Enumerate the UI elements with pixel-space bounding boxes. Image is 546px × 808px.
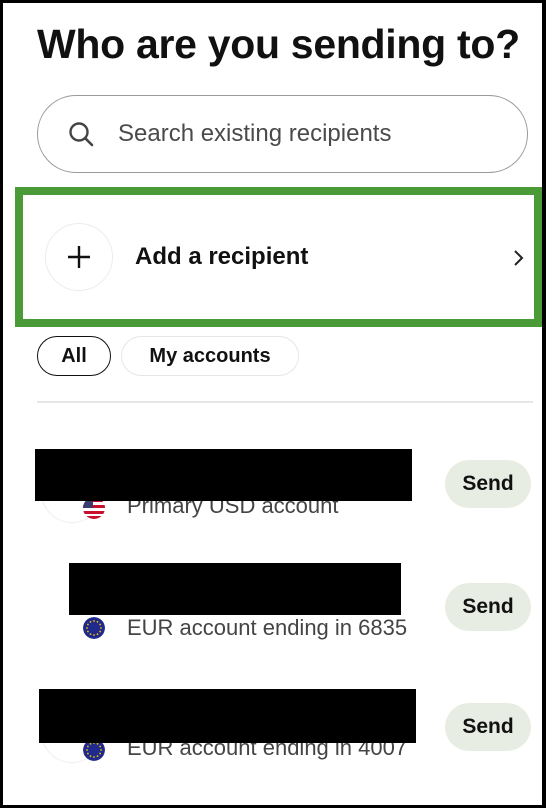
- redacted-recipient-name: [39, 689, 416, 743]
- search-input[interactable]: [116, 119, 500, 149]
- filter-chip-my-accounts[interactable]: My accounts: [121, 336, 299, 376]
- add-recipient-row[interactable]: Add a recipient: [15, 187, 542, 327]
- recipient-row[interactable]: EUR account ending in 6835 Send: [3, 561, 542, 661]
- recipient-row[interactable]: EUR account ending in 4007 Send: [3, 683, 542, 783]
- page-title: Who are you sending to?: [37, 21, 520, 67]
- add-recipient-label: Add a recipient: [135, 243, 309, 270]
- chevron-right-icon: [514, 250, 524, 266]
- add-recipient-circle[interactable]: [45, 223, 113, 291]
- recipient-account: EUR account ending in 6835: [127, 615, 408, 640]
- eu-flag-icon: [83, 617, 105, 639]
- send-button[interactable]: Send: [445, 460, 531, 508]
- redacted-recipient-name: [35, 449, 412, 501]
- recipient-row[interactable]: Primary USD account Send: [3, 441, 542, 541]
- redacted-recipient-name: [69, 563, 401, 615]
- search-bar[interactable]: [37, 95, 528, 173]
- send-button[interactable]: Send: [445, 703, 531, 751]
- plus-icon: [68, 246, 90, 268]
- search-icon: [69, 122, 94, 147]
- divider: [37, 401, 533, 403]
- send-button[interactable]: Send: [445, 583, 531, 631]
- screenshot-frame: Who are you sending to? Add a recipient …: [0, 0, 546, 808]
- filter-chip-all[interactable]: All: [37, 336, 111, 376]
